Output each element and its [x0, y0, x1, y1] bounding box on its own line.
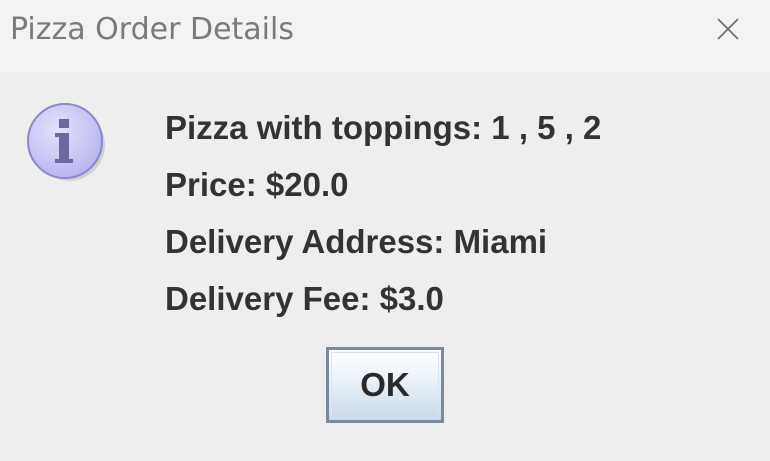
title-bar: Pizza Order Details	[0, 0, 770, 72]
close-icon	[717, 18, 739, 40]
window-title: Pizza Order Details	[10, 12, 294, 47]
message-price: Price: $20.0	[165, 166, 349, 203]
information-icon	[27, 103, 105, 181]
ok-button[interactable]: OK	[326, 347, 444, 423]
message-delivery-address: Delivery Address: Miami	[165, 223, 548, 260]
dialog-window: Pizza Order Details Pizza with toppings:	[0, 0, 770, 461]
message-delivery-fee: Delivery Fee: $3.0	[165, 280, 444, 317]
dialog-content: Pizza with toppings: 1 , 5 , 2 Price: $2…	[0, 72, 770, 461]
close-button[interactable]	[700, 5, 756, 53]
ok-button-label: OK	[360, 366, 410, 403]
message-toppings: Pizza with toppings: 1 , 5 , 2	[165, 109, 602, 146]
